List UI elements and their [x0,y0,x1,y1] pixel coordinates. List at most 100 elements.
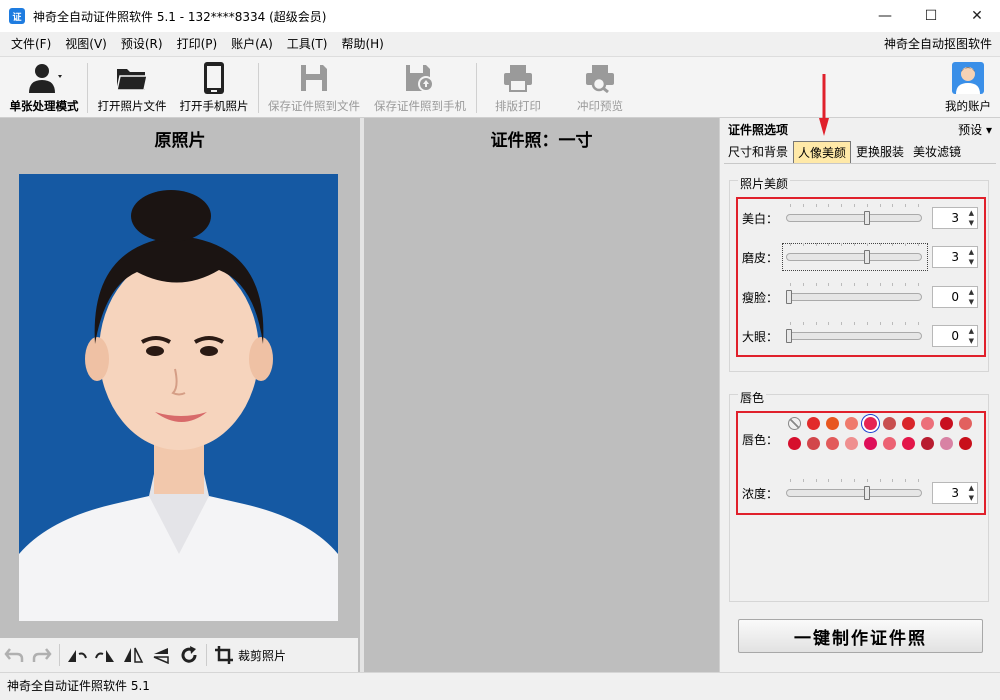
rotate-left-button[interactable] [63,640,91,670]
whitening-label: 美白： [742,211,779,226]
toolbar-separator [476,63,477,113]
maximize-button[interactable]: ☐ [908,0,954,32]
lip-color-swatch[interactable] [864,417,877,430]
lip-color-swatch[interactable] [921,417,934,430]
rotate-right-icon [95,650,114,662]
tab-portrait-beauty[interactable]: 人像美颜 [793,141,852,163]
menu-file[interactable]: 文件(F) [4,32,58,56]
preset-dropdown[interactable]: 预设 ▾ [958,121,992,138]
tab-makeup-filter[interactable]: 美妆滤镜 [909,141,965,163]
lip-group: 唇色 唇色： 浓度： 3 ▲ ▼ [729,389,989,602]
redo-button[interactable] [28,640,56,670]
density-spinbox[interactable]: 3 ▲ ▼ [932,482,978,504]
layout-print-label: 排版打印 [495,99,541,113]
id-photo-panel: 证件照：一寸 [364,118,719,672]
menu-view[interactable]: 视图(V) [58,32,114,56]
tools-separator [59,644,60,666]
original-photo-title: 原照片 [154,131,206,151]
save-file-label: 保存证件照到文件 [268,99,360,113]
smoothing-slider-thumb[interactable] [864,250,870,264]
lip-color-swatch[interactable] [845,437,858,450]
big-eyes-slider-thumb[interactable] [786,329,792,343]
close-button[interactable]: ✕ [954,0,1000,32]
options-title: 证件照选项 [728,123,789,137]
beauty-highlight-box: 美白： 3 ▲ ▼ 磨皮： 3 ▲ ▼ 瘦脸： 0 ▲ ▼ 大眼： 0 ▲ ▼ [736,197,986,357]
open-phone-button[interactable]: 打开手机照片 [176,59,252,115]
lip-color-swatch[interactable] [883,437,896,450]
person-icon [29,64,62,93]
smoothing-spinbox[interactable]: 3 ▲ ▼ [932,246,978,268]
big-eyes-slider[interactable] [786,332,922,340]
lip-color-swatch[interactable] [864,437,877,450]
slider-ticks [790,204,919,207]
print-preview-button[interactable]: 冲印预览 [566,59,634,115]
density-label: 浓度： [742,486,779,501]
slider-ticks [790,283,919,286]
slim-face-spinbox[interactable]: 0 ▲ ▼ [932,286,978,308]
flip-vertical-button[interactable] [147,640,175,670]
minimize-button[interactable]: — [862,0,908,32]
tools-separator [206,644,207,666]
lip-group-title: 唇色 [738,389,767,406]
refresh-button[interactable] [175,640,203,670]
lip-color-swatch[interactable] [959,437,972,450]
slim-face-slider[interactable] [786,293,922,301]
menu-help[interactable]: 帮助(H) [334,32,390,56]
toolbar-separator [258,63,259,113]
menu-account[interactable]: 账户(A) [224,32,280,56]
lip-color-swatch[interactable] [788,437,801,450]
lip-color-swatch[interactable] [826,437,839,450]
tab-size-background[interactable]: 尺寸和背景 [724,141,792,163]
single-mode-button[interactable]: 单张处理模式 [6,59,82,115]
save-phone-label: 保存证件照到手机 [374,99,466,113]
crop-label[interactable]: 裁剪照片 [238,647,286,664]
slim-face-slider-thumb[interactable] [786,290,792,304]
undo-button[interactable] [0,640,28,670]
crop-button[interactable] [210,640,238,670]
lip-highlight-box: 唇色： 浓度： 3 ▲ ▼ [736,411,986,515]
lip-color-swatch[interactable] [826,417,839,430]
lip-color-swatch[interactable] [845,417,858,430]
lip-color-none-icon[interactable] [788,417,801,430]
lip-color-swatch[interactable] [940,437,953,450]
save-phone-button[interactable]: 保存证件照到手机 [370,59,470,115]
slider-row-whitening: 美白： 3 ▲ ▼ [738,204,984,230]
big-eyes-spinbox[interactable]: 0 ▲ ▼ [932,325,978,347]
lip-color-swatch[interactable] [921,437,934,450]
rotate-right-button[interactable] [91,640,119,670]
slider-row-big-eyes: 大眼： 0 ▲ ▼ [738,322,984,348]
lip-color-swatch[interactable] [807,437,820,450]
photo-tools-bar: 裁剪照片 [0,638,358,672]
whitening-slider[interactable] [786,214,922,222]
my-account-button[interactable]: 我的账户 [938,59,998,115]
lip-color-swatch[interactable] [902,437,915,450]
cutout-software-link[interactable]: 神奇全自动抠图软件 [884,32,992,56]
lip-color-swatch[interactable] [959,417,972,430]
options-tabs: 尺寸和背景 人像美颜 更换服装 美妆滤镜 [724,140,996,164]
save-file-button[interactable]: 保存证件照到文件 [264,59,364,115]
tab-change-clothes[interactable]: 更换服装 [852,141,908,163]
whitening-spinbox[interactable]: 3 ▲ ▼ [932,207,978,229]
menu-preset[interactable]: 预设(R) [114,32,170,56]
folder-icon [116,69,148,91]
lip-color-swatch[interactable] [883,417,896,430]
menu-print[interactable]: 打印(P) [170,32,225,56]
make-id-photo-button[interactable]: 一键制作证件照 [738,619,983,653]
density-slider[interactable] [786,489,922,497]
crop-icon [215,646,233,664]
open-file-button[interactable]: 打开照片文件 [94,59,170,115]
menu-bar: 文件(F) 视图(V) 预设(R) 打印(P) 账户(A) 工具(T) 帮助(H… [0,32,1000,56]
density-slider-thumb[interactable] [864,486,870,500]
flip-horizontal-button[interactable] [119,640,147,670]
lip-color-swatch[interactable] [807,417,820,430]
slider-ticks [790,322,919,325]
smoothing-slider[interactable] [786,253,922,261]
big-eyes-label: 大眼： [742,329,779,344]
original-photo[interactable] [19,174,338,621]
layout-print-button[interactable]: 排版打印 [484,59,552,115]
undo-icon [4,648,24,662]
menu-tools[interactable]: 工具(T) [280,32,335,56]
whitening-slider-thumb[interactable] [864,211,870,225]
lip-color-swatch[interactable] [902,417,915,430]
lip-color-swatch[interactable] [940,417,953,430]
